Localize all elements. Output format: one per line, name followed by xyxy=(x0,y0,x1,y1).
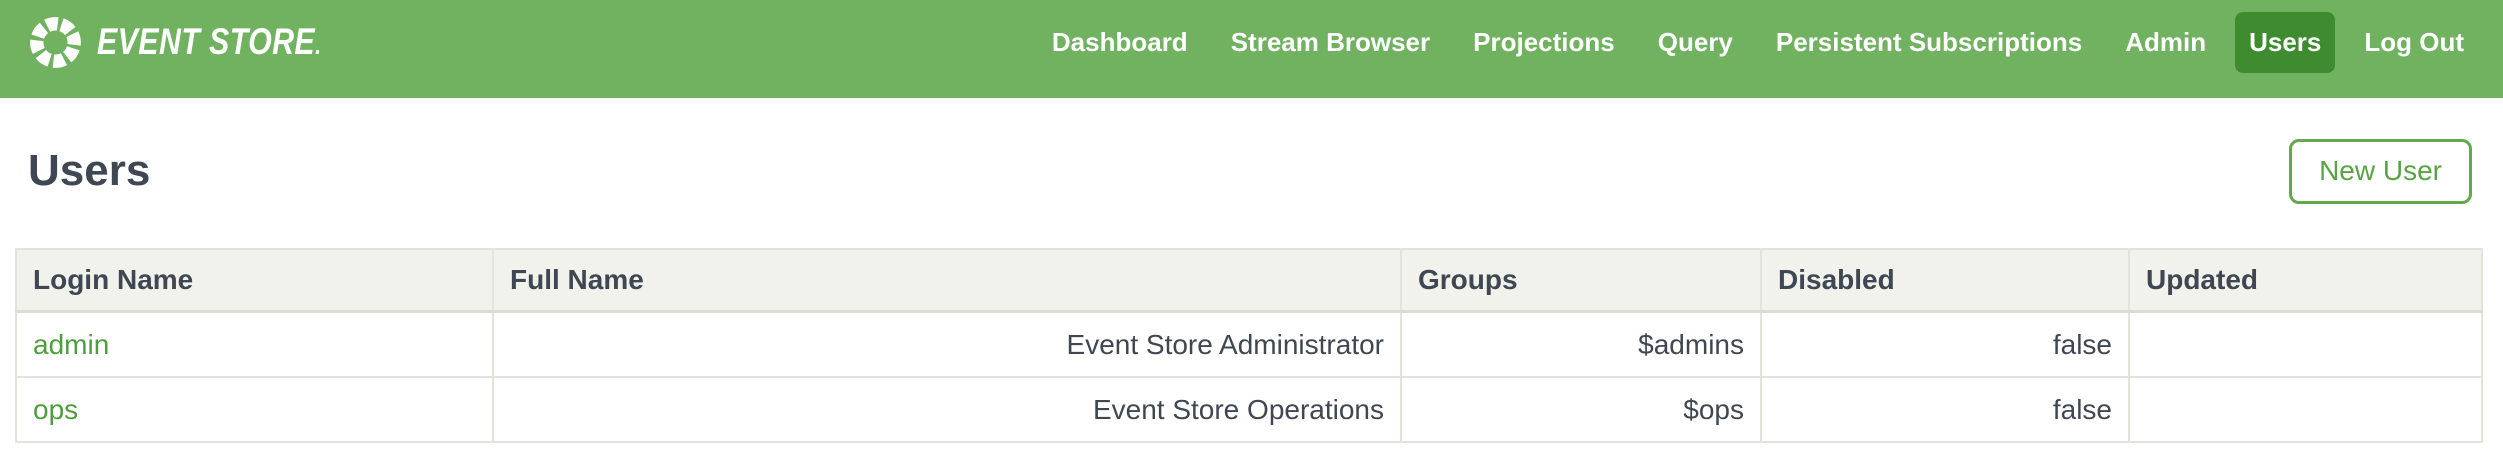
event-store-logo-icon xyxy=(27,14,84,71)
nav-item-stream-browser[interactable]: Stream Browser xyxy=(1217,12,1444,73)
column-header-disabled: Disabled xyxy=(1761,249,2129,312)
page-header: Users New User xyxy=(28,138,2472,204)
column-header-groups: Groups xyxy=(1401,249,1761,312)
user-link-admin[interactable]: admin xyxy=(33,329,109,360)
groups-cell: $admins xyxy=(1401,312,1761,378)
table-header-row: Login Name Full Name Groups Disabled Upd… xyxy=(16,249,2482,312)
page-title: Users xyxy=(28,146,150,196)
nav-item-admin[interactable]: Admin xyxy=(2111,12,2220,73)
top-nav-bar: EVENT STORE. Dashboard Stream Browser Pr… xyxy=(0,0,2503,98)
users-table: Login Name Full Name Groups Disabled Upd… xyxy=(15,248,2483,443)
full-name-cell: Event Store Administrator xyxy=(493,312,1401,378)
column-header-full-name: Full Name xyxy=(493,249,1401,312)
nav-item-persistent-subscriptions[interactable]: Persistent Subscriptions xyxy=(1762,12,2096,73)
brand-logo[interactable]: EVENT STORE. xyxy=(27,14,371,71)
disabled-cell: false xyxy=(1761,377,2129,442)
user-link-ops[interactable]: ops xyxy=(33,394,78,425)
main-nav: Dashboard Stream Browser Projections Que… xyxy=(1038,12,2478,73)
updated-cell xyxy=(2129,377,2482,442)
brand-dot: . xyxy=(315,30,321,61)
updated-cell xyxy=(2129,312,2482,378)
login-name-cell: ops xyxy=(16,377,493,442)
nav-item-users[interactable]: Users xyxy=(2235,12,2335,73)
nav-item-query[interactable]: Query xyxy=(1644,12,1747,73)
groups-cell: $ops xyxy=(1401,377,1761,442)
new-user-button[interactable]: New User xyxy=(2289,139,2472,204)
nav-item-projections[interactable]: Projections xyxy=(1459,12,1629,73)
brand-name: EVENT STORE. xyxy=(97,21,321,63)
column-header-updated: Updated xyxy=(2129,249,2482,312)
disabled-cell: false xyxy=(1761,312,2129,378)
table-row: ops Event Store Operations $ops false xyxy=(16,377,2482,442)
nav-item-log-out[interactable]: Log Out xyxy=(2350,12,2478,73)
column-header-login-name: Login Name xyxy=(16,249,493,312)
table-row: admin Event Store Administrator $admins … xyxy=(16,312,2482,378)
login-name-cell: admin xyxy=(16,312,493,378)
full-name-cell: Event Store Operations xyxy=(493,377,1401,442)
nav-item-dashboard[interactable]: Dashboard xyxy=(1038,12,1202,73)
